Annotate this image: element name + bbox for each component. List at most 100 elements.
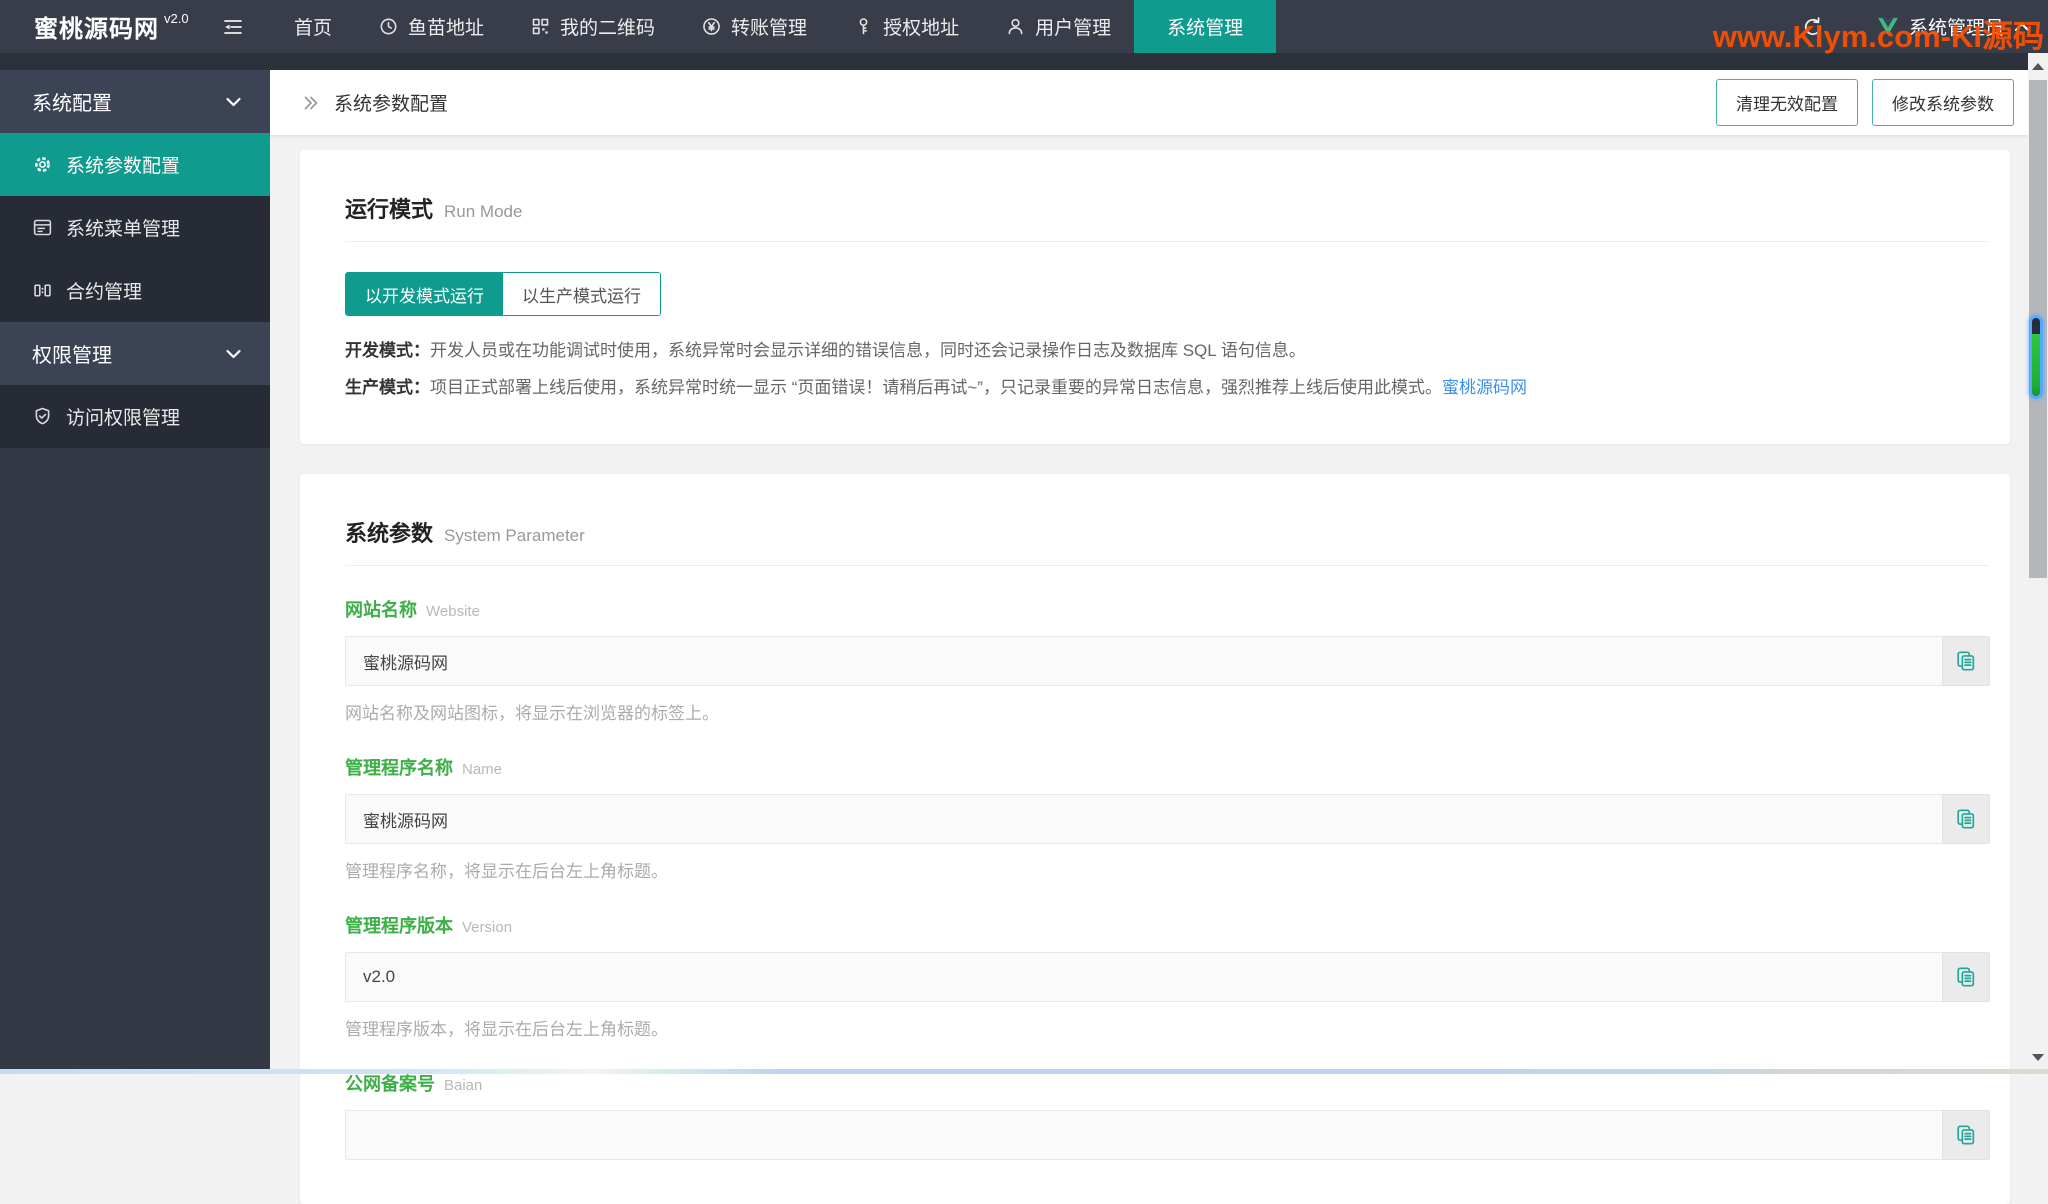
card-subtitle: Run Mode [444, 202, 522, 222]
copy-icon [1955, 650, 1977, 672]
user-icon [1005, 16, 1026, 37]
header-right-zone: 系统管理员 [1801, 0, 2030, 53]
sidebar-item-system-params[interactable]: 系统参数配置 [0, 133, 270, 196]
qrcode-icon [530, 16, 551, 37]
app-version: v2.0 [164, 11, 189, 26]
prod-mode-term: 生产模式： [345, 378, 430, 397]
sidebar: 系统配置 系统参数配置 系统菜单管理 [0, 70, 270, 1074]
admin-version-input[interactable] [345, 952, 1942, 1002]
main-area: 系统参数配置 清理无效配置 修改系统参数 运行模式 Run Mode 以开发模式… [270, 70, 2028, 1074]
chevron-down-icon [225, 348, 242, 360]
user-dropdown[interactable]: 系统管理员 [1877, 13, 2030, 40]
chevron-up-icon [2014, 21, 2030, 33]
field-label: 管理程序名称 [345, 754, 453, 780]
clean-invalid-config-button[interactable]: 清理无效配置 [1716, 79, 1858, 126]
app-title: 蜜桃源码网 [34, 9, 159, 44]
bottom-edge-strip [0, 1069, 2048, 1074]
shield-check-icon [32, 406, 53, 427]
refresh-icon [1801, 15, 1825, 39]
hamburger-icon [221, 15, 245, 39]
nav-label: 我的二维码 [560, 13, 655, 40]
breadcrumb-bar: 系统参数配置 清理无效配置 修改系统参数 [270, 70, 2028, 135]
toolbar: 清理无效配置 修改系统参数 [1716, 79, 2014, 126]
field-sublabel: Baian [444, 1077, 482, 1094]
field-sublabel: Website [426, 603, 480, 620]
double-chevron-right-icon [300, 92, 322, 114]
sidebar-collapse-button[interactable] [195, 0, 271, 53]
sidebar-group-system-config[interactable]: 系统配置 [0, 70, 270, 133]
sidebar-item-label: 系统参数配置 [66, 151, 180, 178]
nav-item-home[interactable]: 首页 [271, 0, 355, 53]
triangle-up-icon [2032, 63, 2044, 70]
field-help: 管理程序版本，将显示在后台左上角标题。 [345, 1015, 1990, 1040]
contract-icon [32, 280, 53, 301]
scroll-down-button[interactable] [2028, 1044, 2048, 1070]
field-admin-name: 管理程序名称 Name 管理程序名称，将显示在后台左上角标题。 [345, 754, 1990, 882]
copy-button[interactable] [1942, 952, 1990, 1002]
icp-number-input[interactable] [345, 1110, 1942, 1160]
card-subtitle: System Parameter [444, 526, 585, 546]
field-label: 管理程序版本 [345, 912, 453, 938]
field-sublabel: Version [462, 919, 512, 936]
sidebar-item-access-permissions[interactable]: 访问权限管理 [0, 385, 270, 448]
sidebar-item-system-menus[interactable]: 系统菜单管理 [0, 196, 270, 259]
nav-item-transfer[interactable]: 转账管理 [678, 0, 830, 53]
site-link[interactable]: 蜜桃源码网 [1442, 378, 1527, 397]
nav-label: 授权地址 [883, 13, 959, 40]
card-title: 运行模式 [345, 192, 433, 224]
sidebar-item-contracts[interactable]: 合约管理 [0, 259, 270, 322]
breadcrumb: 系统参数配置 [300, 89, 448, 116]
dev-mode-text: 开发人员或在功能调试时使用，系统异常时会显示详细的错误信息，同时还会记录操作日志… [430, 341, 1306, 360]
chevron-down-icon [225, 96, 242, 108]
group-label: 系统配置 [32, 87, 112, 116]
run-mode-card: 运行模式 Run Mode 以开发模式运行 以生产模式运行 开发模式：开发人员或… [300, 150, 2010, 444]
app-logo: 蜜桃源码网 v2.0 [0, 0, 195, 53]
key-icon [853, 16, 874, 37]
modify-system-params-button[interactable]: 修改系统参数 [1872, 79, 2014, 126]
copy-icon [1955, 1124, 1977, 1146]
dev-mode-description: 开发模式：开发人员或在功能调试时使用，系统异常时会显示详细的错误信息，同时还会记… [345, 339, 1990, 364]
nav-item-my-qrcode[interactable]: 我的二维码 [507, 0, 678, 53]
header-shadow-band [0, 53, 2048, 70]
nav-item-user-management[interactable]: 用户管理 [982, 0, 1134, 53]
nav-item-auth-address[interactable]: 授权地址 [830, 0, 982, 53]
nav-item-fish-address[interactable]: 鱼苗地址 [355, 0, 507, 53]
admin-name-input[interactable] [345, 794, 1942, 844]
copy-button[interactable] [1942, 794, 1990, 844]
scroll-up-button[interactable] [2028, 53, 2048, 79]
clock-icon [378, 16, 399, 37]
copy-icon [1955, 808, 1977, 830]
field-label: 公网备案号 [345, 1070, 435, 1096]
dev-mode-button[interactable]: 以开发模式运行 [346, 273, 503, 315]
menu-panel-icon [32, 217, 53, 238]
field-sublabel: Name [462, 761, 502, 778]
yen-circle-icon [701, 16, 722, 37]
page-title: 系统参数配置 [334, 89, 448, 116]
nav-item-system-management[interactable]: 系统管理 [1134, 0, 1276, 53]
prod-mode-button[interactable]: 以生产模式运行 [503, 273, 660, 315]
triangle-down-icon [2032, 1054, 2044, 1061]
top-navbar: 蜜桃源码网 v2.0 首页 鱼苗地址 [0, 0, 2048, 53]
nav-label: 鱼苗地址 [408, 13, 484, 40]
nav-label: 系统管理 [1167, 13, 1243, 40]
dev-mode-term: 开发模式： [345, 341, 430, 360]
top-menu: 首页 鱼苗地址 我的二维码 [271, 0, 1276, 53]
system-params-card: 系统参数 System Parameter 网站名称 Website [300, 474, 2010, 1204]
refresh-button[interactable] [1801, 15, 1825, 39]
run-mode-toggle: 以开发模式运行 以生产模式运行 [345, 272, 661, 316]
field-icp-number: 公网备案号 Baian [345, 1070, 1990, 1160]
nav-label: 首页 [294, 13, 332, 40]
nav-label: 转账管理 [731, 13, 807, 40]
marker-cap [2032, 318, 2040, 334]
scroll-position-marker[interactable] [2029, 315, 2043, 399]
copy-button[interactable] [1942, 1110, 1990, 1160]
website-name-input[interactable] [345, 636, 1942, 686]
sidebar-item-label: 访问权限管理 [66, 403, 180, 430]
copy-icon [1955, 966, 1977, 988]
window-scrollbar [2028, 53, 2048, 1074]
sidebar-group-permissions[interactable]: 权限管理 [0, 322, 270, 385]
field-admin-version: 管理程序版本 Version 管理程序版本，将显示在后台左上角标题。 [345, 912, 1990, 1040]
card-title: 系统参数 [345, 516, 433, 548]
gear-icon [32, 154, 53, 175]
copy-button[interactable] [1942, 636, 1990, 686]
